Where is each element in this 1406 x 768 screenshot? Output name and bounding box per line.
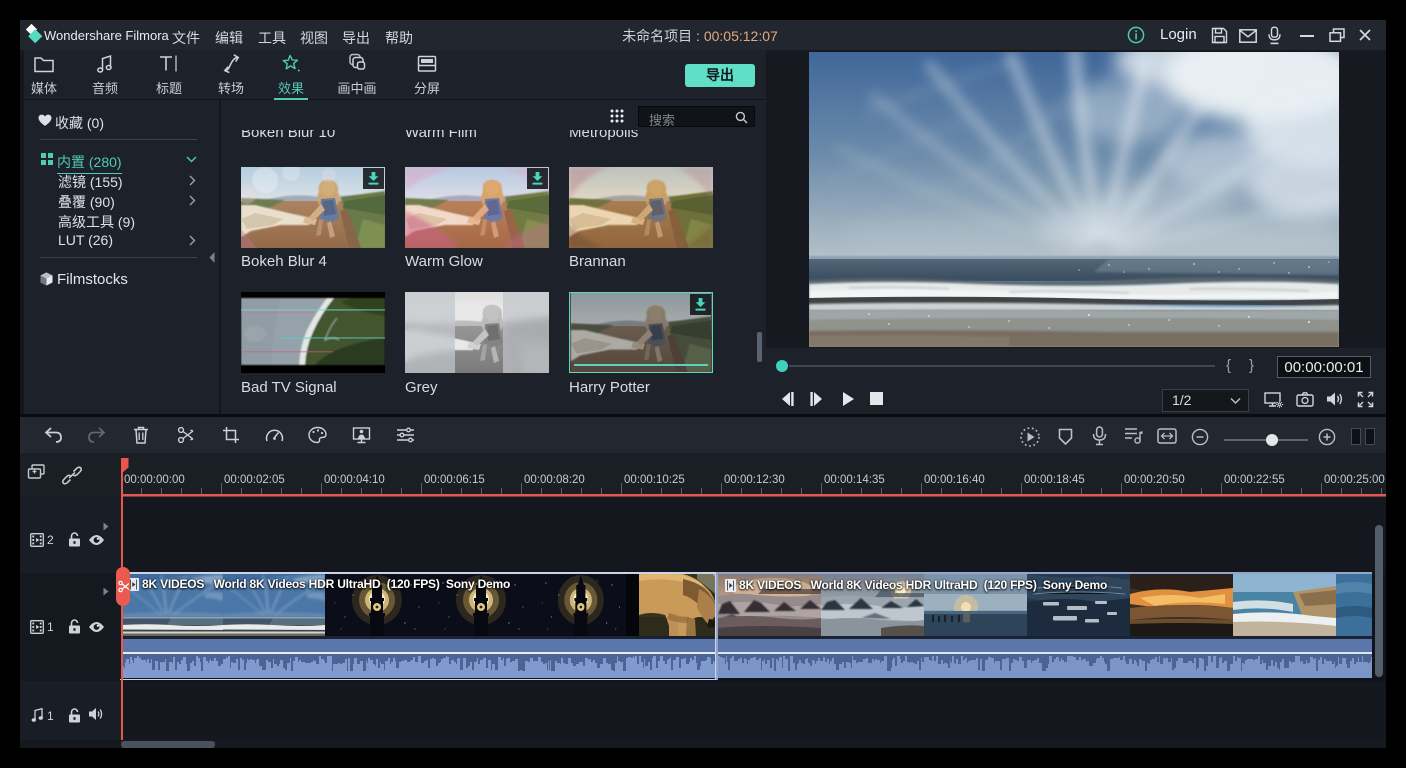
svg-text:00:00:02:05: 00:00:02:05 — [224, 474, 285, 486]
svg-text:00:00:14:35: 00:00:14:35 — [824, 474, 885, 486]
svg-text:00:00:25:00: 00:00:25:00 — [1324, 474, 1385, 486]
svg-text:00:00:20:50: 00:00:20:50 — [1124, 474, 1185, 486]
svg-text:00:00:16:40: 00:00:16:40 — [924, 474, 985, 486]
svg-text:00:00:08:20: 00:00:08:20 — [524, 474, 585, 486]
svg-text:00:00:12:30: 00:00:12:30 — [724, 474, 785, 486]
svg-text:00:00:06:15: 00:00:06:15 — [424, 474, 485, 486]
svg-text:00:00:18:45: 00:00:18:45 — [1024, 474, 1085, 486]
svg-text:00:00:22:55: 00:00:22:55 — [1224, 474, 1285, 486]
svg-text:00:00:04:10: 00:00:04:10 — [324, 474, 385, 486]
svg-text:00:00:00:00: 00:00:00:00 — [124, 474, 185, 486]
svg-text:00:00:10:25: 00:00:10:25 — [624, 474, 685, 486]
